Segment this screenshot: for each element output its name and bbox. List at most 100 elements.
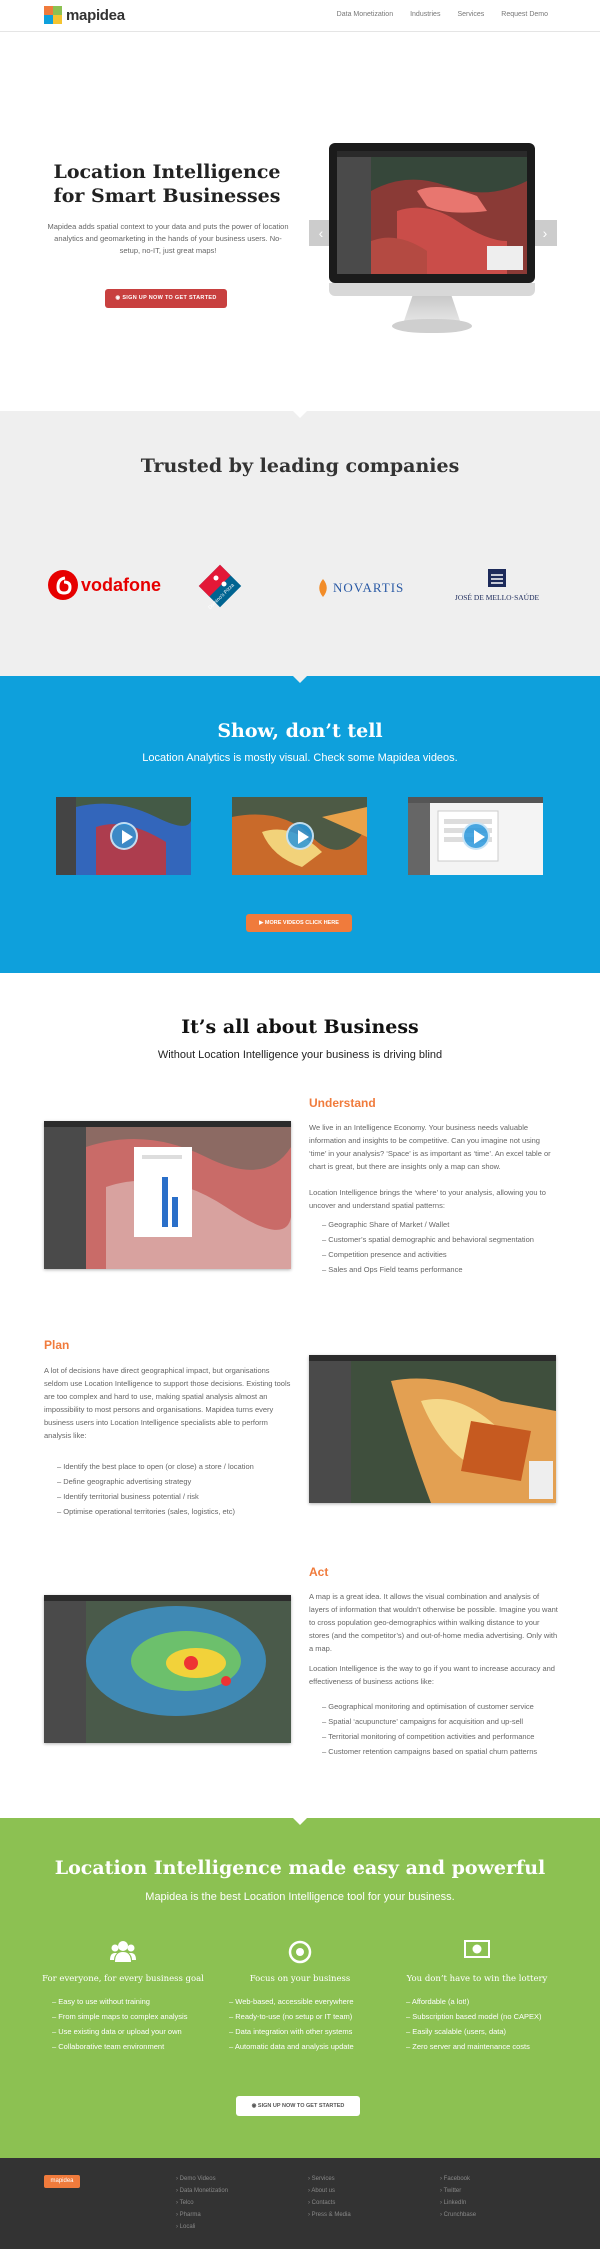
list-item: Easy to use without training <box>52 1994 208 2009</box>
list-item: Sales and Ops Field teams performance <box>322 1262 562 1277</box>
feature-heading: For everyone, for every business goal <box>42 1974 204 1984</box>
play-icon[interactable] <box>285 822 314 850</box>
features-title: Location Intelligence made easy and powe… <box>54 1857 546 1879</box>
imac-chin <box>329 283 535 296</box>
section-notch <box>293 1818 307 1825</box>
imac-stand <box>404 296 460 321</box>
dominos-logo: Domino's Pizza <box>196 564 246 617</box>
list-item: Identify territorial business potential … <box>57 1489 297 1504</box>
footer-link[interactable]: About us <box>308 2185 351 2197</box>
footer-links-2: Services About us Contacts Press & Media <box>308 2173 351 2221</box>
footer-logo[interactable]: mapidea <box>44 2175 80 2188</box>
business-title: It’s all about Business <box>181 1016 419 1038</box>
site-footer <box>0 2158 600 2249</box>
logo-mark-icon <box>44 6 62 24</box>
features-subtitle: Mapidea is the best Location Intelligenc… <box>145 1891 455 1903</box>
list-item: Optimise operational territories (sales,… <box>57 1504 297 1519</box>
section-notch <box>293 411 307 418</box>
act-heading: Act <box>309 1565 329 1579</box>
understand-screenshot <box>44 1121 291 1269</box>
feature-list: Easy to use without training From simple… <box>38 1994 208 2054</box>
site-logo[interactable]: mapidea <box>44 6 125 24</box>
site-header: mapidea Data Monetization Industries Ser… <box>0 0 600 32</box>
list-item: From simple maps to complex analysis <box>52 2009 208 2024</box>
features-signup-button[interactable]: ◉ SIGN UP NOW TO GET STARTED <box>236 2096 360 2116</box>
footer-link[interactable]: Data Monetization <box>176 2185 228 2197</box>
list-item: Ready-to-use (no setup or IT team) <box>229 2009 385 2024</box>
list-item: Affordable (a lot!) <box>406 1994 562 2009</box>
list-item: Territorial monitoring of competition ac… <box>322 1729 562 1744</box>
section-notch <box>293 676 307 683</box>
footer-links-3: Facebook Twitter LinkedIn Crunchbase <box>440 2173 476 2221</box>
footer-link[interactable]: Pharma <box>176 2209 228 2221</box>
list-item: Define geographic advertising strategy <box>57 1474 297 1489</box>
footer-link[interactable]: Locali <box>176 2221 228 2233</box>
list-item: Geographical monitoring and optimisation… <box>322 1699 562 1714</box>
hero-subtitle: Mapidea adds spatial context to your dat… <box>47 222 289 255</box>
plan-screenshot <box>309 1355 556 1503</box>
target-icon <box>287 1940 313 1964</box>
logo-text: mapidea <box>66 6 125 24</box>
video-thumbnail-1[interactable] <box>56 797 191 875</box>
list-item: Customer retention campaigns based on sp… <box>322 1744 562 1759</box>
list-item: Customer’s spatial demographic and behav… <box>322 1232 562 1247</box>
list-item: Competition presence and activities <box>322 1247 562 1262</box>
trusted-title: Trusted by leading companies <box>140 455 460 477</box>
money-icon <box>464 1940 490 1964</box>
list-item: Easily scalable (users, data) <box>406 2024 562 2039</box>
novartis-logo: NOVARTIS <box>316 579 404 597</box>
footer-link[interactable]: Press & Media <box>308 2209 351 2221</box>
nav-services[interactable]: Services <box>457 11 484 18</box>
understand-paragraph-2: Location Intelligence brings the ‘where’… <box>309 1188 546 1210</box>
feature-column-lottery: You don’t have to win the lottery Afford… <box>392 1940 562 2054</box>
act-list: Geographical monitoring and optimisation… <box>322 1699 562 1759</box>
jose-de-mello-logo: JOSÉ DE MELLO·SAÚDE <box>446 568 548 602</box>
footer-link[interactable]: Telco <box>176 2197 228 2209</box>
plan-list: Identify the best place to open (or clos… <box>57 1459 297 1519</box>
understand-heading: Understand <box>309 1096 376 1110</box>
footer-link[interactable]: Crunchbase <box>440 2209 476 2221</box>
act-paragraph-1: A map is a great idea. It allows the vis… <box>309 1592 558 1653</box>
act-screenshot <box>44 1595 291 1743</box>
footer-link[interactable]: Facebook <box>440 2173 476 2185</box>
list-item: Data integration with other systems <box>229 2024 385 2039</box>
footer-links-1: Demo Videos Data Monetization Telco Phar… <box>176 2173 228 2233</box>
feature-column-everyone: For everyone, for every business goal Ea… <box>38 1940 208 2054</box>
play-icon[interactable] <box>461 822 490 850</box>
list-item: Web-based, accessible everywhere <box>229 1994 385 2009</box>
nav-data-monetization[interactable]: Data Monetization <box>337 11 393 18</box>
hero-signup-button[interactable]: ◉ SIGN UP NOW TO GET STARTED <box>105 289 227 308</box>
imac-device <box>329 143 535 283</box>
list-item: Subscription based model (no CAPEX) <box>406 2009 562 2024</box>
feature-list: Affordable (a lot!) Subscription based m… <box>392 1994 562 2054</box>
hero-title: Location Intelligence for Smart Business… <box>53 161 281 207</box>
nav-industries[interactable]: Industries <box>410 11 440 18</box>
footer-link[interactable]: Twitter <box>440 2185 476 2197</box>
list-item: Identify the best place to open (or clos… <box>57 1459 297 1474</box>
imac-base <box>392 319 472 333</box>
footer-link[interactable]: Demo Videos <box>176 2173 228 2185</box>
list-item: Use existing data or upload your own <box>52 2024 208 2039</box>
list-item: Spatial ‘acupuncture’ campaigns for acqu… <box>322 1714 562 1729</box>
feature-heading: Focus on your business <box>249 1974 351 1984</box>
list-item: Geographic Share of Market / Wallet <box>322 1217 562 1232</box>
vodafone-logo: vodafone <box>48 570 161 600</box>
understand-paragraph-1: We live in an Intelligence Economy. Your… <box>309 1123 551 1171</box>
more-videos-button[interactable]: ▶ MORE VIDEOS CLICK HERE <box>246 914 352 932</box>
footer-link[interactable]: LinkedIn <box>440 2197 476 2209</box>
users-icon <box>110 1940 136 1964</box>
video-thumbnail-2[interactable] <box>232 797 367 875</box>
footer-link[interactable]: Contacts <box>308 2197 351 2209</box>
main-nav: Data Monetization Industries Services Re… <box>337 11 548 18</box>
feature-heading: You don’t have to win the lottery <box>406 1974 548 1984</box>
list-item: Automatic data and analysis update <box>229 2039 385 2054</box>
videos-subtitle: Location Analytics is mostly visual. Che… <box>142 752 458 764</box>
nav-request-demo[interactable]: Request Demo <box>501 11 548 18</box>
list-item: Collaborative team environment <box>52 2039 208 2054</box>
business-subtitle: Without Location Intelligence your busin… <box>157 1049 443 1061</box>
play-icon[interactable] <box>109 822 138 850</box>
carousel-next-icon[interactable]: › <box>533 220 557 246</box>
video-thumbnail-3[interactable] <box>408 797 543 875</box>
list-item: Zero server and maintenance costs <box>406 2039 562 2054</box>
footer-link[interactable]: Services <box>308 2173 351 2185</box>
